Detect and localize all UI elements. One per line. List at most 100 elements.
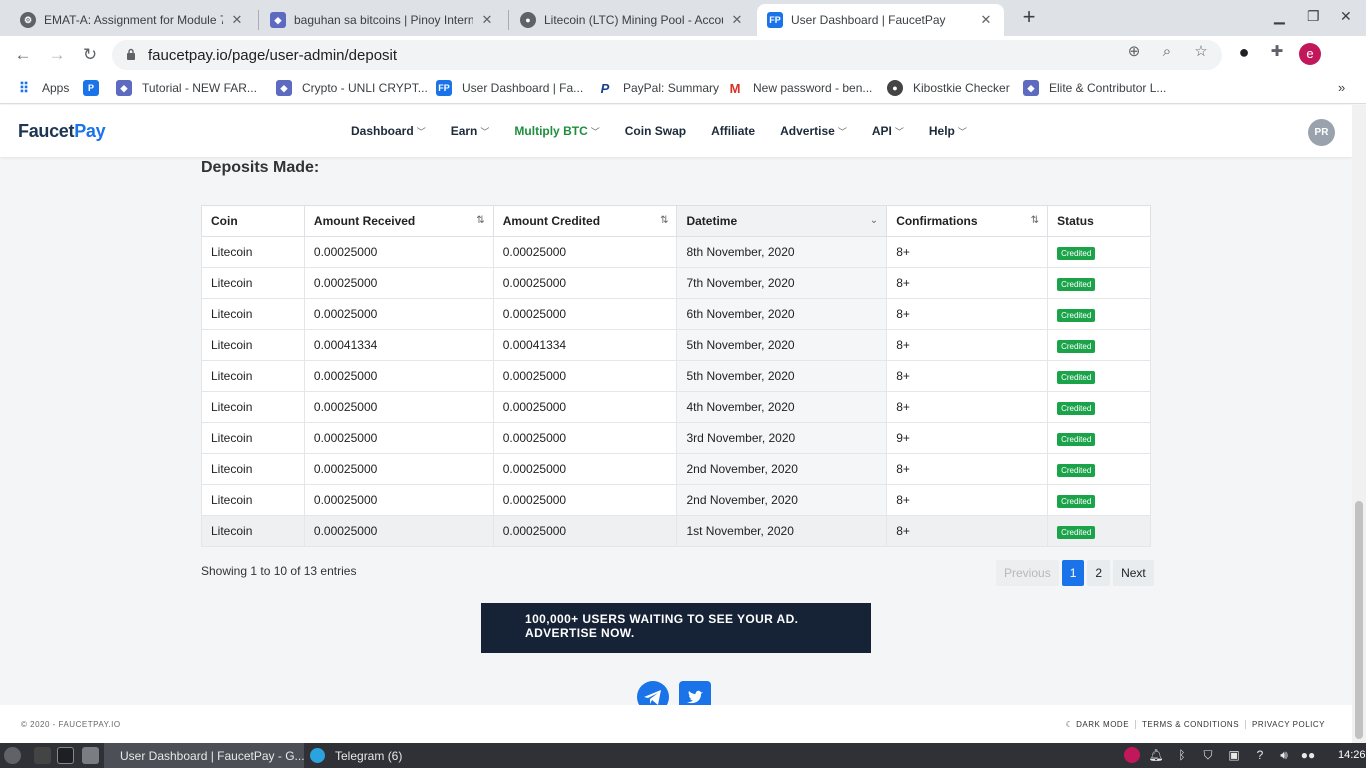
sort-icon: ⇅ [1030,215,1040,226]
globe-icon: ● [887,80,903,96]
cell-status: Credited [1047,391,1151,423]
bluetooth-icon[interactable]: ᛒ [1174,747,1190,763]
cell-amount-credited: 0.00025000 [492,484,678,516]
bookmark-gmail[interactable]: M New password - ben... [727,80,873,96]
scrollbar-thumb[interactable] [1355,501,1363,739]
column-header-status[interactable]: Status [1047,205,1151,237]
nav-earn[interactable]: Earn ﹀ [451,124,490,138]
cell-datetime: 6th November, 2020 [676,298,888,330]
gear-icon: ⚙ [20,12,36,28]
bookmark-star-icon[interactable]: ☆ [1192,43,1210,61]
pagination: Previous 1 2 Next [993,560,1154,586]
tab-separator [258,10,259,30]
page-scrollbar[interactable] [1352,105,1366,743]
taskbar-app-chrome[interactable]: User Dashboard | FaucetPay - G... [104,743,305,768]
close-window-icon[interactable]: ✕ [1340,8,1352,25]
column-header-coin[interactable]: Coin [201,205,305,237]
nav-affiliate[interactable]: Affiliate [711,124,755,138]
faucetpay-logo[interactable]: FaucetPay [18,121,106,142]
close-tab-icon[interactable]: ✕ [978,12,994,28]
bookmark-apps[interactable]: ⠿ Apps [16,80,70,96]
column-header-amount-credited[interactable]: Amount Credited ⇅ [492,205,678,237]
more-bookmarks-icon[interactable]: » [1338,80,1345,95]
maximize-icon[interactable]: ❐ [1307,8,1320,25]
chevron-down-icon: ﹀ [480,127,490,137]
window-icon[interactable]: ▣ [1226,747,1242,763]
taskbar-app-telegram[interactable]: Telegram (6) [304,743,408,768]
bookmark-elite[interactable]: ◆ Elite & Contributor L... [1023,80,1166,96]
column-header-confirmations[interactable]: Confirmations ⇅ [886,205,1049,237]
page-2-button[interactable]: 2 [1087,560,1111,586]
profile-avatar[interactable]: e [1299,43,1321,65]
status-badge: Credited [1057,246,1096,260]
next-page-button[interactable]: Next [1113,560,1154,586]
status-badge: Credited [1057,494,1096,508]
previous-page-button[interactable]: Previous [996,560,1059,586]
browser-tab-2[interactable]: ◆ baguhan sa bitcoins | Pinoy Internet ✕ [260,4,505,36]
table-row: Litecoin 0.00025000 0.00025000 4th November… [201,391,1151,423]
nav-api[interactable]: API ﹀ [872,124,904,138]
reload-icon[interactable]: ↻ [79,44,101,66]
help-icon[interactable]: ? [1252,747,1268,763]
files-icon[interactable] [82,747,99,764]
zoom-icon[interactable]: ⌕ [1158,43,1176,61]
terms-link[interactable]: TERMS & CONDITIONS [1135,720,1245,729]
bookmark-faucetpay[interactable]: FP User Dashboard | Fa... [436,80,583,96]
cell-amount-received: 0.00025000 [303,360,494,392]
close-tab-icon[interactable]: ✕ [229,12,245,28]
cell-coin: Litecoin [201,236,305,268]
browser-tab-1[interactable]: ⚙ EMAT-A: Assignment for Module 7 ✕ [10,4,255,36]
start-menu-icon[interactable] [4,747,21,764]
cell-confirmations: 9+ [886,422,1049,454]
nav-help[interactable]: Help ﹀ [929,124,967,138]
bookmark-crypto[interactable]: ◆ Crypto - UNLI CRYPT... [276,80,428,96]
browser-tab-3[interactable]: ● Litecoin (LTC) Mining Pool - Account ✕ [510,4,755,36]
user-avatar[interactable]: PR [1308,119,1335,146]
cell-amount-credited: 0.00025000 [492,422,678,454]
eyes-icon[interactable]: ●● [1300,747,1316,763]
cell-coin: Litecoin [201,329,305,361]
notification-bell-icon[interactable]: 🔔︎ [1148,747,1164,763]
bookmark-tutorial[interactable]: ◆ Tutorial - NEW FAR... [116,80,257,96]
advertise-banner[interactable]: 100,000+ USERS WAITING TO SEE YOUR AD. A… [481,603,871,653]
cell-status: Credited [1047,329,1151,361]
cell-amount-credited: 0.00025000 [492,236,678,268]
terminal-icon[interactable] [57,747,74,764]
cell-status: Credited [1047,453,1151,485]
column-header-datetime[interactable]: Datetime ⌄ [676,205,888,237]
bookmark-p[interactable]: P [83,80,109,96]
new-tab-button[interactable]: + [1017,6,1041,30]
minimize-icon[interactable]: ▁ [1274,8,1285,25]
url-text[interactable]: faucetpay.io/page/user-admin/deposit [148,47,397,64]
nav-advertise[interactable]: Advertise ﹀ [780,124,847,138]
browser-tab-active[interactable]: FP User Dashboard | FaucetPay ✕ [757,4,1004,36]
security-shield-icon[interactable]: ⛉ [1200,747,1216,763]
column-header-amount-received[interactable]: Amount Received ⇅ [303,205,494,237]
close-tab-icon[interactable]: ✕ [479,12,495,28]
page-1-button[interactable]: 1 [1061,560,1085,586]
forward-icon[interactable]: → [46,44,68,66]
extension-dot-icon[interactable]: ● [1235,43,1253,61]
nav-dashboard[interactable]: Dashboard ﹀ [351,124,426,138]
nav-multiply-btc[interactable]: Multiply BTC ﹀ [514,124,599,138]
faucetpay-icon: FP [767,12,783,28]
add-icon[interactable]: ⊕ [1125,43,1143,61]
extensions-puzzle-icon[interactable]: ✚ [1268,43,1286,61]
cell-amount-credited: 0.00025000 [492,298,678,330]
cell-datetime: 4th November, 2020 [676,391,888,423]
bookmark-kibostkie[interactable]: ● Kibostkie Checker [887,80,1010,96]
show-desktop-icon[interactable] [34,747,51,764]
cell-confirmations: 8+ [886,298,1049,330]
back-icon[interactable]: ← [12,44,34,66]
address-bar[interactable]: faucetpay.io/page/user-admin/deposit [112,40,1222,70]
privacy-link[interactable]: PRIVACY POLICY [1245,720,1331,729]
dark-mode-toggle[interactable]: ☾ DARK MODE [1060,720,1135,729]
os-taskbar: User Dashboard | FaucetPay - G... Telegr… [0,743,1366,768]
volume-icon[interactable]: 🔊︎ [1276,747,1292,763]
close-tab-icon[interactable]: ✕ [729,12,745,28]
main-content: Deposits Made: Coin Amount Received ⇅ Amo… [0,157,1352,713]
site-header: FaucetPay Dashboard ﹀ Earn ﹀ Multiply BTC ﹀… [0,105,1352,157]
profile-tray-icon[interactable] [1124,747,1140,763]
nav-coin-swap[interactable]: Coin Swap [625,124,686,138]
bookmark-paypal[interactable]: P PayPal: Summary [597,80,719,96]
